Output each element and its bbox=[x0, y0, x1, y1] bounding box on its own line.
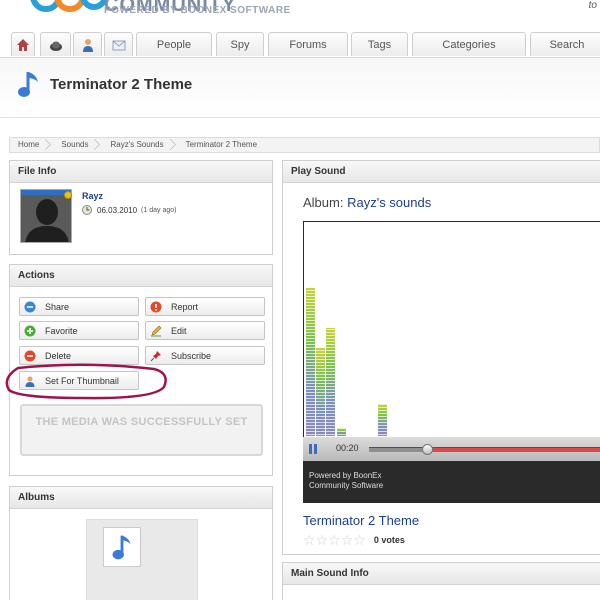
logo-subtitle: POWERED BY BOONEX SOFTWARE bbox=[104, 5, 291, 16]
breadcrumb-current: Terminator 2 Theme bbox=[185, 140, 258, 149]
top-right-text: to bbox=[588, 0, 597, 11]
file-info-heading: File Info bbox=[10, 161, 272, 183]
annotation-circle bbox=[5, 363, 167, 400]
edit-button[interactable]: Edit bbox=[145, 321, 265, 340]
breadcrumb-user-sounds[interactable]: Rayz's Sounds bbox=[102, 138, 177, 152]
player-credit-line-2: Community Software bbox=[309, 481, 384, 490]
favorite-label: Favorite bbox=[45, 325, 78, 336]
site-header: COMMUNITY POWERED BY BOONEX SOFTWARE to bbox=[0, 0, 600, 30]
subscribe-label: Subscribe bbox=[171, 350, 212, 361]
upload-date-relative: (1 day ago) bbox=[141, 206, 177, 214]
player-credit-line-1: Powered by BoonEx bbox=[309, 471, 382, 480]
sound-title-link[interactable]: Terminator 2 Theme bbox=[303, 513, 419, 528]
rating: ☆ ☆ ☆ ☆ ☆ 0 votes bbox=[303, 533, 405, 547]
pin-icon bbox=[150, 350, 161, 361]
play-sound-box: Play Sound Album: Rayz's sounds 00:20 Po… bbox=[282, 160, 600, 555]
votes-count: 0 votes bbox=[373, 535, 405, 545]
breadcrumb: Home Sounds Rayz's Sounds Terminator 2 T… bbox=[9, 137, 600, 153]
tab-forums[interactable]: Forums bbox=[268, 32, 348, 56]
share-button[interactable]: Share bbox=[19, 297, 139, 316]
breadcrumb-sounds[interactable]: Sounds bbox=[53, 138, 102, 152]
favorite-icon bbox=[24, 325, 36, 336]
person-icon[interactable] bbox=[73, 32, 102, 56]
actions-heading: Actions bbox=[10, 265, 272, 287]
rating-star-2[interactable]: ☆ bbox=[316, 533, 329, 547]
tab-tags[interactable]: Tags bbox=[351, 32, 408, 56]
album-cover bbox=[103, 527, 141, 567]
tab-people[interactable]: People bbox=[136, 32, 212, 56]
edit-pencil-icon bbox=[151, 325, 162, 336]
success-message: THE MEDIA WAS SUCCESSFULLY SET bbox=[20, 404, 263, 456]
report-label: Report bbox=[171, 301, 199, 312]
album-prefix: Album: bbox=[303, 195, 344, 210]
rating-star-4[interactable]: ☆ bbox=[341, 533, 354, 547]
player-credit: Powered by BoonEx Community Software bbox=[309, 471, 383, 491]
report-button[interactable]: Report bbox=[145, 297, 265, 316]
upload-date: 06.03.2010 bbox=[97, 205, 138, 215]
page-title: Terminator 2 Theme bbox=[50, 76, 193, 93]
tab-spy[interactable]: Spy bbox=[216, 32, 264, 56]
tab-categories[interactable]: Categories bbox=[412, 32, 526, 56]
rating-star-5[interactable]: ☆ bbox=[353, 533, 366, 547]
audio-player[interactable]: 00:20 Powered by BoonEx Community Softwa… bbox=[303, 221, 600, 503]
progress-played bbox=[369, 448, 427, 452]
main-sound-info-heading: Main Sound Info bbox=[283, 563, 600, 585]
boonex-logo[interactable] bbox=[18, 0, 108, 22]
album-link[interactable]: Rayz's sounds bbox=[347, 195, 431, 210]
current-time: 00:20 bbox=[336, 443, 359, 453]
albums-heading: Albums bbox=[10, 487, 272, 509]
tab-search[interactable]: Search bbox=[530, 32, 600, 56]
progress-knob[interactable] bbox=[421, 444, 433, 455]
profile-icon[interactable] bbox=[40, 32, 71, 56]
breadcrumb-home[interactable]: Home bbox=[10, 138, 53, 152]
top-navigation: People Spy Forums Tags Categories Search bbox=[0, 30, 600, 58]
clock-icon bbox=[82, 205, 92, 215]
share-label: Share bbox=[45, 301, 70, 312]
albums-box: Albums bbox=[9, 486, 273, 600]
home-icon[interactable] bbox=[11, 32, 35, 56]
rating-star-1[interactable]: ☆ bbox=[303, 533, 316, 547]
music-note-icon bbox=[112, 535, 131, 560]
music-note-icon bbox=[18, 72, 38, 97]
edit-label: Edit bbox=[171, 325, 187, 336]
online-status-icon bbox=[64, 191, 72, 199]
owner-name-link[interactable]: Rayz bbox=[82, 191, 103, 201]
favorite-button[interactable]: Favorite bbox=[19, 321, 139, 340]
album-line: Album: Rayz's sounds bbox=[303, 195, 431, 210]
delete-label: Delete bbox=[45, 350, 72, 361]
file-info-box: File Info Rayz 06.03.2010 (1 day ago) bbox=[9, 160, 273, 255]
report-icon bbox=[150, 301, 162, 312]
audio-visualizer bbox=[304, 222, 600, 437]
album-thumbnail[interactable] bbox=[86, 519, 198, 600]
share-icon bbox=[24, 301, 36, 312]
rating-star-3[interactable]: ☆ bbox=[328, 533, 341, 547]
play-sound-heading: Play Sound bbox=[283, 161, 600, 183]
delete-icon bbox=[24, 350, 36, 361]
pause-icon[interactable] bbox=[307, 443, 319, 455]
main-sound-info-box: Main Sound Info bbox=[282, 562, 600, 600]
player-controls: 00:20 bbox=[303, 437, 600, 461]
mail-icon[interactable] bbox=[104, 32, 133, 56]
progress-bar[interactable] bbox=[369, 444, 600, 455]
upload-date-row: 06.03.2010 (1 day ago) bbox=[82, 205, 176, 215]
